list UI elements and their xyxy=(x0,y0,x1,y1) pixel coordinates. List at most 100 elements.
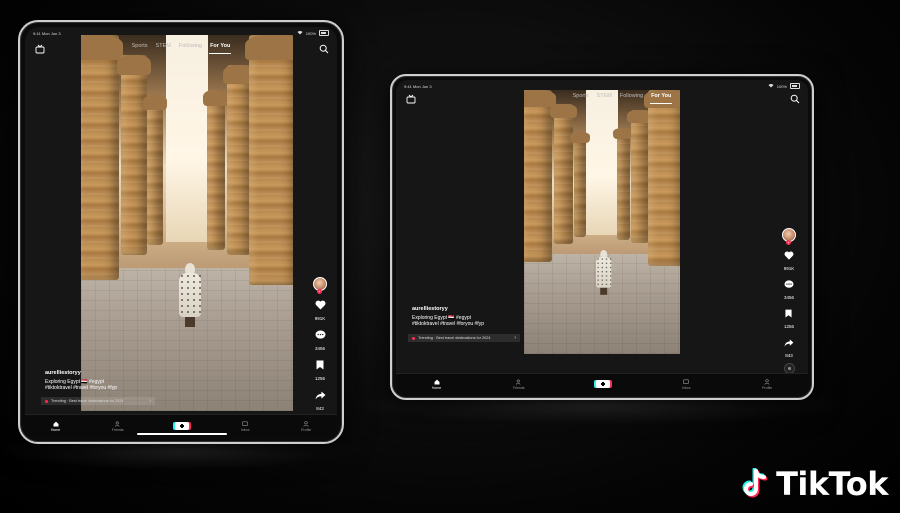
video-pillar xyxy=(245,35,293,285)
live-tv-icon[interactable] xyxy=(406,91,416,104)
status-time-date: 9:41 Mon Jun 3 xyxy=(33,30,61,36)
nav-home-label: Home xyxy=(431,385,442,390)
create-button[interactable] xyxy=(596,380,611,388)
tab-stem[interactable]: STEM xyxy=(596,91,613,107)
battery-percent: 100% xyxy=(776,83,787,89)
tiktok-note-icon xyxy=(742,468,768,498)
create-button[interactable] xyxy=(175,422,190,430)
bottom-nav: Home Friends Inbox Profile xyxy=(396,373,808,394)
home-icon xyxy=(434,379,440,384)
nav-inbox[interactable]: Inbox xyxy=(681,379,691,390)
video-player[interactable] xyxy=(81,35,293,411)
comment-action[interactable]: 3456 xyxy=(784,276,794,300)
video-pillar xyxy=(143,95,167,245)
tab-sports[interactable]: Sports xyxy=(131,41,149,57)
like-action[interactable]: 991K xyxy=(315,297,326,321)
trending-icon xyxy=(412,336,415,340)
search-icon[interactable] xyxy=(319,41,329,54)
trending-icon xyxy=(45,399,48,403)
post-hashtags[interactable]: #tiktoktravel #travel #foryou #fyp xyxy=(45,385,245,392)
comment-icon[interactable] xyxy=(315,327,326,345)
nav-home[interactable]: Home xyxy=(51,421,60,432)
friends-icon xyxy=(515,378,521,385)
chevron-right-icon: › xyxy=(149,398,151,404)
video-pillar xyxy=(117,55,151,255)
nav-inbox[interactable]: Inbox xyxy=(240,421,250,432)
status-bar: 9:41 Mon Jun 3 100% xyxy=(404,82,800,90)
status-indicators: 100% xyxy=(297,30,329,36)
heart-icon[interactable] xyxy=(315,297,326,315)
nav-friends-label: Friends xyxy=(512,385,525,390)
battery-icon xyxy=(790,83,800,89)
share-count: 843 xyxy=(785,353,793,358)
nav-friends[interactable]: Friends xyxy=(512,378,525,390)
like-count: 991K xyxy=(314,316,326,321)
save-action[interactable]: 1256 xyxy=(784,305,794,329)
comment-icon[interactable] xyxy=(784,276,794,294)
nav-home-label: Home xyxy=(50,427,61,432)
feed-tabs: Sports STEM Following For You xyxy=(436,91,808,107)
nav-profile[interactable]: Profile xyxy=(762,378,773,390)
comment-count: 3456 xyxy=(783,295,794,300)
bookmark-icon[interactable] xyxy=(316,357,324,375)
heart-icon[interactable] xyxy=(784,247,794,265)
tablet-landscape: 9:41 Mon Jun 3 100% Sports STEM Followin… xyxy=(390,74,814,400)
save-count: 1256 xyxy=(314,376,325,381)
trending-banner[interactable]: Trending · Best travel destinations for … xyxy=(41,397,155,405)
tab-for-you[interactable]: For You xyxy=(209,41,232,54)
feed-tabs: Sports STEM Following For You xyxy=(25,41,337,57)
video-pillar xyxy=(644,90,680,266)
video-pillar xyxy=(81,35,123,280)
share-action[interactable]: 843 xyxy=(315,387,326,411)
action-rail: + 991K 3456 1256 843 xyxy=(782,228,796,374)
inbox-icon xyxy=(242,421,249,426)
creator-avatar[interactable]: + xyxy=(313,277,327,294)
video-person xyxy=(596,250,612,295)
home-indicator xyxy=(137,433,227,435)
action-rail: + 991K 3456 1256 843 xyxy=(313,277,327,428)
profile-icon xyxy=(764,378,770,385)
post-caption: aurelliestoryy Exploring Egypt 🇪🇬 #egypt… xyxy=(412,306,522,328)
share-icon[interactable] xyxy=(784,334,794,352)
status-indicators: 100% xyxy=(768,83,800,89)
nav-profile[interactable]: Profile xyxy=(301,420,312,432)
bookmark-icon[interactable] xyxy=(785,305,793,323)
save-count: 1256 xyxy=(783,324,794,329)
tab-following[interactable]: Following xyxy=(619,91,644,107)
post-hashtags[interactable]: #tiktoktravel #travel #foryou #fyp xyxy=(412,321,522,328)
nav-friends[interactable]: Friends xyxy=(112,420,124,432)
tab-for-you[interactable]: For You xyxy=(650,91,673,104)
video-pillar xyxy=(203,90,229,250)
trending-banner[interactable]: Trending · Best travel destinations for … xyxy=(408,334,520,342)
video-pillar xyxy=(524,90,556,262)
comment-action[interactable]: 3456 xyxy=(315,327,326,351)
like-action[interactable]: 991K xyxy=(784,247,794,271)
post-username[interactable]: aurelliestoryy xyxy=(45,370,245,377)
nav-inbox-label: Inbox xyxy=(240,427,250,432)
nav-home[interactable]: Home xyxy=(432,379,441,390)
video-player[interactable] xyxy=(524,90,680,354)
tablet-portrait-screen: 9:41 Mon Jun 3 100% Sports STEM Followin… xyxy=(25,27,337,437)
follow-plus-icon[interactable]: + xyxy=(786,240,791,245)
video-sky xyxy=(165,35,209,242)
tab-following[interactable]: Following xyxy=(178,41,203,57)
video-person xyxy=(179,263,201,327)
nav-profile-label: Profile xyxy=(301,427,312,432)
nav-profile-label: Profile xyxy=(762,385,773,390)
search-icon[interactable] xyxy=(790,91,800,104)
wifi-icon xyxy=(297,30,303,36)
tablet-landscape-screen: 9:41 Mon Jun 3 100% Sports STEM Followin… xyxy=(396,80,808,394)
share-action[interactable]: 843 xyxy=(784,334,794,358)
tab-stem[interactable]: STEM xyxy=(155,41,172,57)
tiktok-wordmark: TikTok xyxy=(776,465,888,503)
creator-avatar[interactable]: + xyxy=(782,228,796,245)
nav-inbox-label: Inbox xyxy=(681,385,691,390)
share-icon[interactable] xyxy=(315,387,326,405)
follow-plus-icon[interactable]: + xyxy=(317,289,322,294)
video-sky xyxy=(586,90,618,236)
friends-icon xyxy=(114,420,120,427)
share-count: 843 xyxy=(316,406,324,411)
save-action[interactable]: 1256 xyxy=(315,357,325,381)
post-username[interactable]: aurelliestoryy xyxy=(412,306,522,313)
tab-sports[interactable]: Sports xyxy=(572,91,590,107)
